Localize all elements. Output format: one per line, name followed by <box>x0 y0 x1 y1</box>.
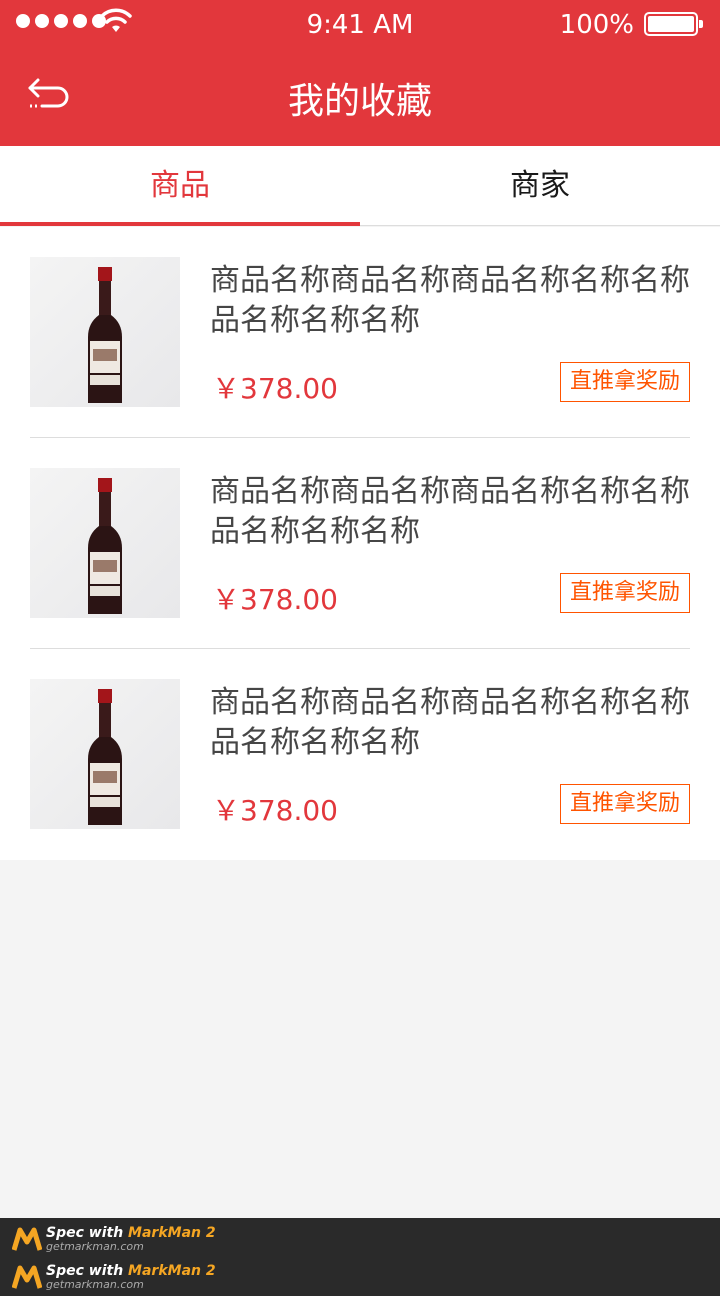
favorites-page: 9:41 AM 100% 我的收藏 商品 商家 商品名称商品名称商品名称名称名称… <box>0 0 720 1296</box>
product-name: 商品名称商品名称商品名称名称名称品名称名称名称 <box>210 263 690 338</box>
reward-button[interactable]: 直推拿奖励 <box>560 362 690 402</box>
markman-logo-icon <box>12 1265 42 1289</box>
app-header: 9:41 AM 100% 我的收藏 <box>0 0 720 146</box>
wine-bottle-icon <box>88 478 122 614</box>
reward-button[interactable]: 直推拿奖励 <box>560 784 690 824</box>
active-tab-indicator <box>0 222 360 226</box>
markman-brand: MarkMan 2 <box>128 1262 216 1279</box>
list-item[interactable]: 商品名称商品名称商品名称名称名称品名称名称名称 ￥378.00 直推拿奖励 <box>0 227 720 438</box>
wine-bottle-icon <box>88 689 122 825</box>
markman-site: getmarkman.com <box>46 1239 144 1253</box>
wine-bottle-icon <box>88 267 122 403</box>
product-name: 商品名称商品名称商品名称名称名称品名称名称名称 <box>210 685 690 760</box>
product-image[interactable] <box>30 679 180 829</box>
list-item[interactable]: 商品名称商品名称商品名称名称名称品名称名称名称 ￥378.00 直推拿奖励 <box>0 649 720 860</box>
product-price: ￥378.00 <box>212 794 338 827</box>
markman-logo-icon <box>12 1227 42 1251</box>
tab-goods[interactable]: 商品 <box>0 146 360 226</box>
product-price: ￥378.00 <box>212 583 338 616</box>
markman-footer: Spec with MarkMan 2 getmarkman.com Spec … <box>0 1218 720 1296</box>
page-title: 我的收藏 <box>287 81 432 122</box>
product-image[interactable] <box>30 257 180 407</box>
markman-badge: Spec with MarkMan 2 getmarkman.com <box>12 1262 216 1292</box>
markman-site: getmarkman.com <box>46 1277 144 1291</box>
markman-prefix: Spec with <box>46 1224 129 1241</box>
tab-shops[interactable]: 商家 <box>360 146 720 226</box>
reward-button[interactable]: 直推拿奖励 <box>560 573 690 613</box>
battery-icon <box>644 12 703 36</box>
product-image[interactable] <box>30 468 180 618</box>
battery-percent: 100% <box>559 10 634 40</box>
product-name: 商品名称商品名称商品名称名称名称品名称名称名称 <box>210 474 690 549</box>
markman-badge: Spec with MarkMan 2 getmarkman.com <box>12 1224 216 1254</box>
list-item[interactable]: 商品名称商品名称商品名称名称名称品名称名称名称 ￥378.00 直推拿奖励 <box>0 438 720 649</box>
product-price: ￥378.00 <box>212 372 338 405</box>
markman-prefix: Spec with <box>46 1262 129 1279</box>
favorites-list: 商品名称商品名称商品名称名称名称品名称名称名称 ￥378.00 直推拿奖励 商品… <box>0 227 720 860</box>
tab-bar: 商品 商家 <box>0 146 720 226</box>
status-bar: 9:41 AM 100% <box>0 0 720 48</box>
markman-brand: MarkMan 2 <box>128 1224 216 1241</box>
